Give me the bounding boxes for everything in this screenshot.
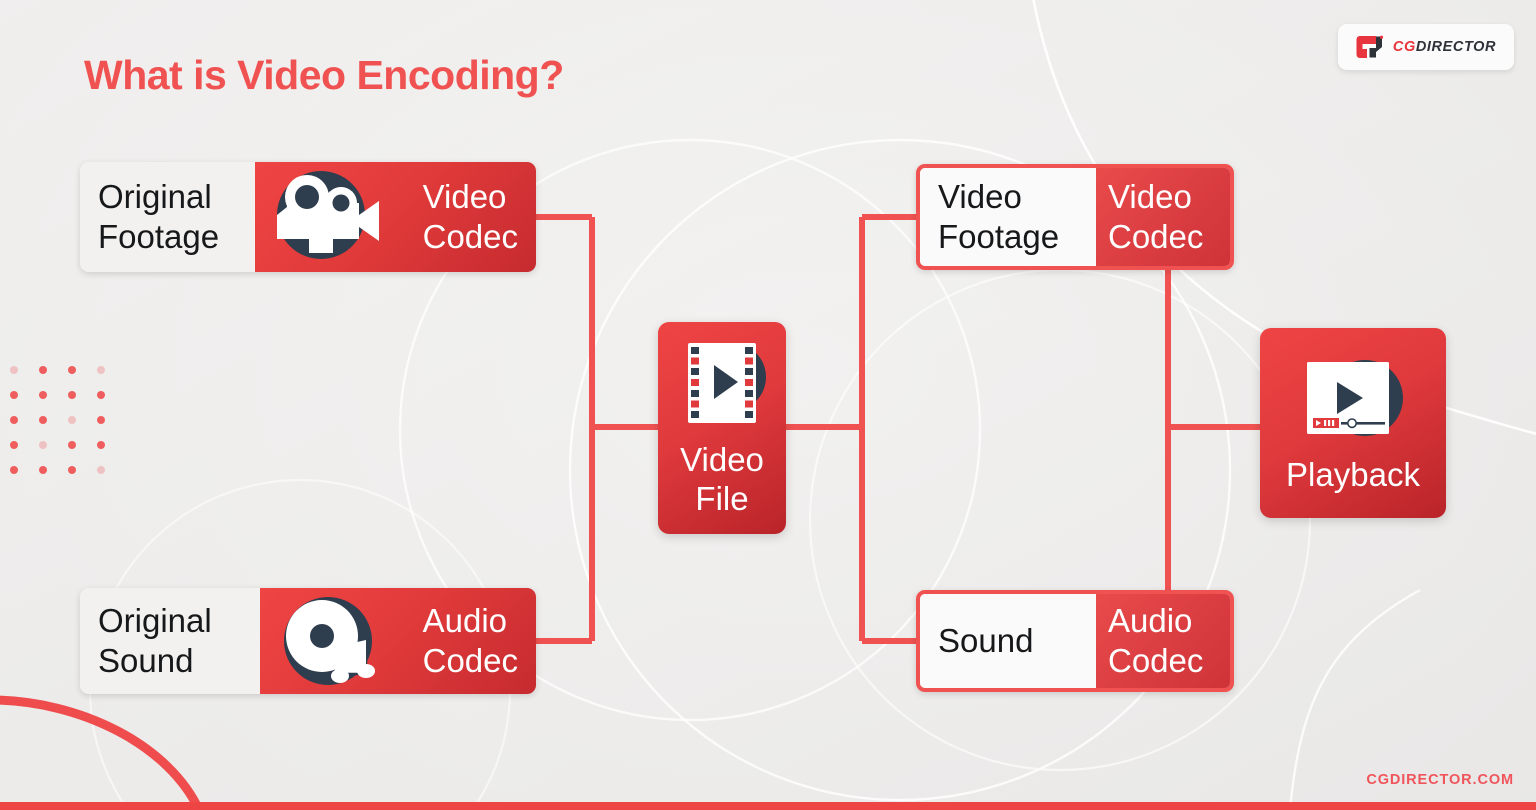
bottom-accent-bar xyxy=(0,802,1536,810)
node-sound-codec-pane: Audio Codec xyxy=(1096,594,1230,688)
node-original-sound[interactable]: Original Sound Audio Codec xyxy=(80,588,536,694)
film-strip-play-icon xyxy=(688,343,766,424)
node-video-file-label: Video File xyxy=(680,441,764,517)
video-player-icon xyxy=(1307,359,1403,436)
node-original-sound-label-pane: Original Sound xyxy=(80,588,260,694)
disc-music-note-icon xyxy=(284,597,375,685)
node-video-footage-label: Video Footage xyxy=(938,177,1060,255)
node-sound-label-pane: Sound xyxy=(920,594,1096,688)
node-original-footage-label: Original Footage xyxy=(98,177,220,255)
node-original-sound-label: Original Sound xyxy=(98,601,212,679)
logo-text-director: DIRECTOR xyxy=(1415,39,1497,55)
node-playback-label: Playback xyxy=(1286,455,1420,493)
node-original-sound-codec-pane: Audio Codec xyxy=(260,588,536,694)
cgdirector-logo[interactable]: CGDIRECTOR xyxy=(1338,24,1514,70)
node-video-footage-codec-pane: Video Codec xyxy=(1096,168,1230,266)
node-playback[interactable]: Playback xyxy=(1260,328,1446,518)
movie-camera-icon xyxy=(277,171,379,259)
node-video-footage-codec: Video Codec xyxy=(1108,177,1204,255)
node-original-footage[interactable]: Original Footage Video Codec xyxy=(80,162,536,272)
node-original-sound-codec: Audio Codec xyxy=(422,601,518,679)
node-sound[interactable]: Sound Audio Codec xyxy=(916,590,1234,692)
logo-text-cg: CG xyxy=(1392,39,1416,55)
page-title: What is Video Encoding? xyxy=(84,52,564,98)
node-sound-codec: Audio Codec xyxy=(1108,601,1204,679)
cgdirector-logo-mark xyxy=(1356,35,1383,58)
footer-url[interactable]: CGDIRECTOR.COM xyxy=(1366,772,1514,788)
cgdirector-logo-text: CGDIRECTOR xyxy=(1393,39,1496,55)
node-original-footage-codec: Video Codec xyxy=(422,177,518,255)
node-video-footage[interactable]: Video Footage Video Codec xyxy=(916,164,1234,270)
infographic-canvas: What is Video Encoding? CGDIRECTOR Origi… xyxy=(0,0,1536,810)
node-video-file[interactable]: Video File xyxy=(658,322,786,534)
node-video-footage-label-pane: Video Footage xyxy=(920,168,1096,266)
node-sound-label: Sound xyxy=(938,621,1034,659)
node-original-footage-codec-pane: Video Codec xyxy=(255,162,536,272)
node-original-footage-label-pane: Original Footage xyxy=(80,162,255,272)
